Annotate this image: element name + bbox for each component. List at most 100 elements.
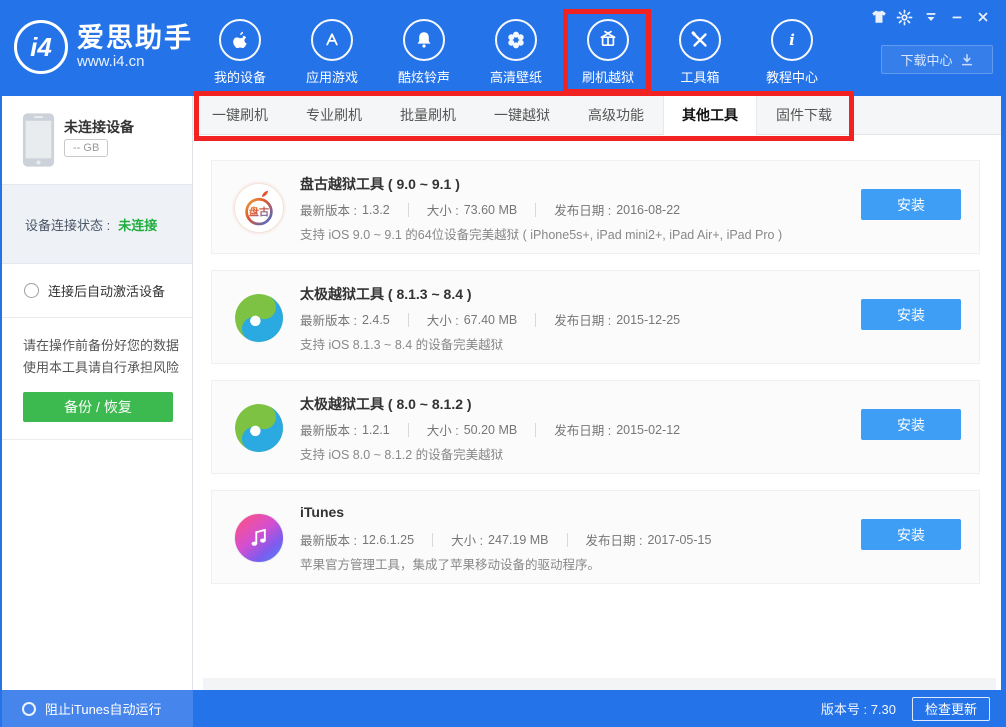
settings-gear-icon[interactable]	[894, 8, 915, 26]
nav-item-apps-games[interactable]: 应用游戏	[286, 0, 378, 96]
capacity-badge: -- GB	[64, 139, 108, 157]
nav-label: 我的设备	[214, 67, 266, 86]
tab-firmware-download[interactable]: 固件下载	[757, 96, 851, 135]
pangu-icon: 盘古	[234, 183, 284, 233]
vertical-scrollbar-track[interactable]	[980, 135, 1001, 678]
tool-title: iTunes	[300, 504, 344, 520]
download-center-label: 下载中心	[900, 50, 952, 69]
date-value: 2015-12-25	[616, 313, 680, 327]
date-label: 发布日期 :	[554, 420, 611, 439]
nav-item-ringtones[interactable]: 酷炫铃声	[378, 0, 470, 96]
nav-item-wallpapers[interactable]: 高清壁纸	[470, 0, 562, 96]
tool-card-taig-84: 太极越狱工具 ( 8.1.3 ~ 8.4 ) 最新版本 : 2.4.5 大小 :…	[211, 270, 980, 364]
tab-one-key-flash[interactable]: 一键刷机	[193, 96, 287, 135]
download-center-button[interactable]: 下载中心	[881, 45, 993, 74]
flower-icon	[495, 19, 537, 61]
tool-card-itunes: iTunes 最新版本 : 12.6.1.25 大小 : 247.19 MB 发…	[211, 490, 980, 584]
size-value: 73.60 MB	[464, 203, 518, 217]
separator	[535, 423, 536, 437]
connection-status-value: 未连接	[118, 215, 157, 234]
apple-icon	[219, 19, 261, 61]
tool-title: 太极越狱工具 ( 8.0 ~ 8.1.2 )	[300, 394, 472, 414]
date-label: 发布日期 :	[554, 200, 611, 219]
nav-label: 刷机越狱	[582, 67, 634, 86]
separator	[408, 423, 409, 437]
nav-label: 工具箱	[680, 67, 719, 86]
tab-advanced[interactable]: 高级功能	[569, 96, 663, 135]
version-label: 最新版本 :	[300, 310, 357, 329]
tool-card-taig-812: 太极越狱工具 ( 8.0 ~ 8.1.2 ) 最新版本 : 1.2.1 大小 :…	[211, 380, 980, 474]
tool-description: 支持 iOS 9.0 ~ 9.1 的64位设备完美越狱 ( iPhone5s+,…	[300, 224, 782, 243]
size-value: 67.40 MB	[464, 313, 518, 327]
size-value: 247.19 MB	[488, 533, 548, 547]
version-value: 12.6.1.25	[362, 533, 414, 547]
close-icon[interactable]	[972, 8, 993, 26]
minimize-icon[interactable]	[946, 8, 967, 26]
install-button[interactable]: 安装	[861, 189, 961, 220]
theme-skin-icon[interactable]	[868, 8, 889, 26]
device-info: 未连接设备 -- GB	[2, 96, 192, 184]
date-value: 2017-05-15	[647, 533, 711, 547]
size-label: 大小 :	[427, 200, 459, 219]
tool-title: 太极越狱工具 ( 8.1.3 ~ 8.4 )	[300, 284, 472, 304]
i4-logo-icon: i4	[14, 20, 68, 74]
install-button[interactable]: 安装	[861, 409, 961, 440]
nav-item-tutorials[interactable]: i 教程中心	[746, 0, 838, 96]
tab-other-tools[interactable]: 其他工具	[663, 96, 757, 135]
install-button[interactable]: 安装	[861, 519, 961, 550]
taig-icon	[234, 403, 284, 453]
tab-pro-flash[interactable]: 专业刷机	[287, 96, 381, 135]
auto-activate-label: 连接后自动激活设备	[48, 281, 165, 300]
info-icon: i	[771, 19, 813, 61]
tool-title: 盘古越狱工具 ( 9.0 ~ 9.1 )	[300, 174, 460, 194]
nav-label: 教程中心	[766, 67, 818, 86]
date-value: 2016-08-22	[616, 203, 680, 217]
nav-item-flash-jailbreak[interactable]: 刷机越狱	[562, 0, 654, 96]
menu-dropdown-icon[interactable]	[920, 8, 941, 26]
tools-icon	[679, 19, 721, 61]
auto-activate-radio[interactable]	[24, 283, 39, 298]
version-value: 1.2.1	[362, 423, 390, 437]
separator	[567, 533, 568, 547]
sidebar: 未连接设备 -- GB 设备连接状态 : 未连接 连接后自动激活设备 请在操作前…	[2, 96, 193, 690]
connection-status: 设备连接状态 : 未连接	[2, 184, 192, 264]
warning-line-2: 使用本工具请自行承担风险	[23, 357, 192, 379]
brand: i4 爱思助手 www.i4.cn	[14, 20, 193, 74]
sidebar-divider	[2, 439, 192, 440]
tab-one-key-jailbreak[interactable]: 一键越狱	[475, 96, 569, 135]
size-value: 50.20 MB	[464, 423, 518, 437]
block-itunes-option[interactable]: 阻止iTunes自动运行	[2, 690, 193, 727]
window-controls	[868, 8, 993, 26]
warning-line-1: 请在操作前备份好您的数据	[23, 335, 192, 357]
phone-icon	[22, 112, 55, 173]
tool-description: 苹果官方管理工具，集成了苹果移动设备的驱动程序。	[300, 554, 600, 573]
tool-description: 支持 iOS 8.1.3 ~ 8.4 的设备完美越狱	[300, 334, 503, 353]
auto-activate-option[interactable]: 连接后自动激活设备	[2, 264, 192, 318]
giftbox-icon	[587, 19, 629, 61]
header: i4 爱思助手 www.i4.cn 我的设备 应用游戏	[0, 0, 1006, 96]
device-status-title: 未连接设备	[64, 117, 134, 137]
separator	[408, 203, 409, 217]
date-label: 发布日期 :	[586, 530, 643, 549]
backup-restore-button[interactable]: 备份 / 恢复	[23, 392, 173, 422]
check-update-button[interactable]: 检查更新	[912, 697, 990, 721]
separator	[432, 533, 433, 547]
tool-description: 支持 iOS 8.0 ~ 8.1.2 的设备完美越狱	[300, 444, 503, 463]
bell-icon	[403, 19, 445, 61]
nav-item-toolbox[interactable]: 工具箱	[654, 0, 746, 96]
nav-item-my-device[interactable]: 我的设备	[194, 0, 286, 96]
nav-label: 应用游戏	[306, 67, 358, 86]
version-label: 最新版本 :	[300, 200, 357, 219]
version-label: 最新版本 :	[300, 420, 357, 439]
brand-url: www.i4.cn	[77, 53, 193, 71]
install-button[interactable]: 安装	[861, 299, 961, 330]
app-window: i4 爱思助手 www.i4.cn 我的设备 应用游戏	[0, 0, 1006, 727]
block-itunes-radio[interactable]	[22, 702, 36, 716]
tab-batch-flash[interactable]: 批量刷机	[381, 96, 475, 135]
footer: 阻止iTunes自动运行 版本号 : 7.30 检查更新	[0, 690, 1006, 727]
download-icon	[960, 53, 974, 67]
svg-text:i: i	[789, 31, 795, 49]
svg-text:盘古: 盘古	[249, 205, 269, 218]
main-content: 一键刷机 专业刷机 批量刷机 一键越狱 高级功能 其他工具 固件下载 盘古 盘古…	[193, 96, 1001, 690]
horizontal-scrollbar[interactable]	[203, 678, 996, 690]
